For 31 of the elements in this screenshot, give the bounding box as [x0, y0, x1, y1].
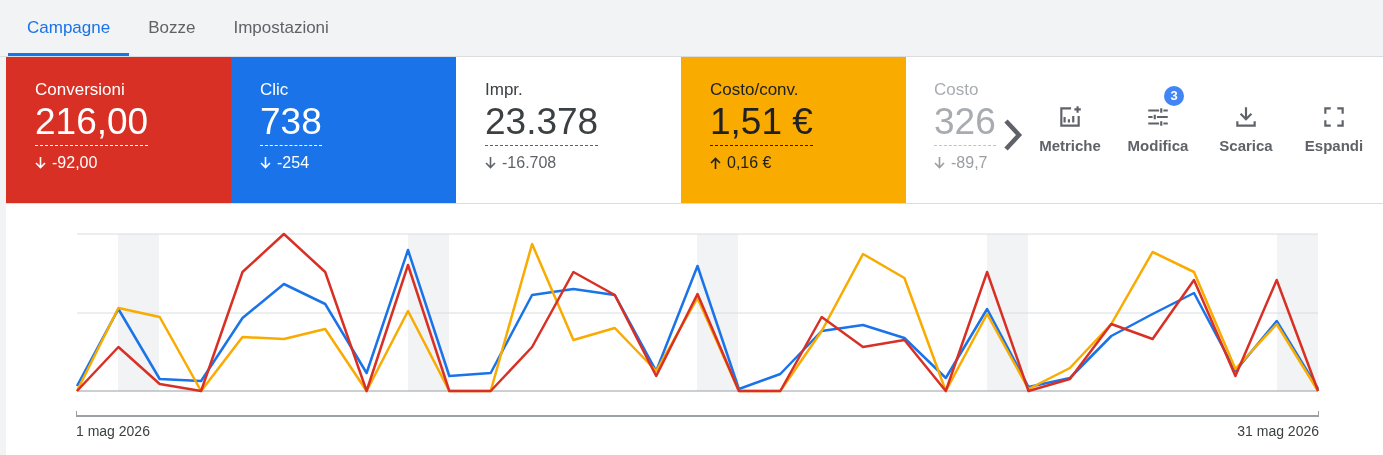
axis-label: 31 mag 2026: [1237, 422, 1319, 441]
bar-chart-plus-icon: [1057, 104, 1083, 130]
toolbar-button[interactable]: Metriche: [1026, 104, 1114, 158]
metric-label: Conversioni: [35, 79, 126, 101]
metric-value: 326: [934, 101, 996, 143]
metric-label: Costo: [934, 79, 980, 101]
metric-value: 23.378: [485, 101, 599, 143]
download-icon: [1233, 104, 1259, 130]
metric-change: -16.708: [502, 153, 557, 173]
tab[interactable]: Impostazioni: [214, 0, 348, 56]
metric-change: -92,00: [52, 153, 98, 173]
fullscreen-icon: [1321, 104, 1347, 130]
scorecard[interactable]: Clic 738 -254: [231, 57, 456, 203]
metric-value: 738: [260, 101, 322, 143]
scorecard[interactable]: Conversioni 216,00 -92,00: [6, 57, 231, 203]
metric-change: -254: [277, 153, 310, 173]
metric-label: Impr.: [485, 79, 524, 101]
metric-value: 216,00: [35, 101, 149, 143]
count-badge: 3: [1164, 86, 1184, 106]
toolbar-button[interactable]: Espandi: [1290, 104, 1378, 158]
tab[interactable]: Bozze: [129, 0, 215, 56]
metric-label: Clic: [260, 79, 290, 101]
metric-value: 1,51 €: [710, 101, 813, 143]
metric-change: -89,7: [951, 153, 988, 173]
metric-label: Costo/conv.: [710, 79, 800, 101]
axis-label: 1 mag 2026: [76, 422, 150, 441]
metric-change: 0,16 €: [727, 153, 772, 173]
toolbar-button[interactable]: Scarica: [1202, 104, 1290, 158]
chevron-right-icon: [1002, 118, 1024, 152]
toolbar-button[interactable]: Modifica: [1114, 104, 1202, 158]
scorecard[interactable]: Costo/conv. 1,51 € 0,16 €: [681, 57, 906, 203]
